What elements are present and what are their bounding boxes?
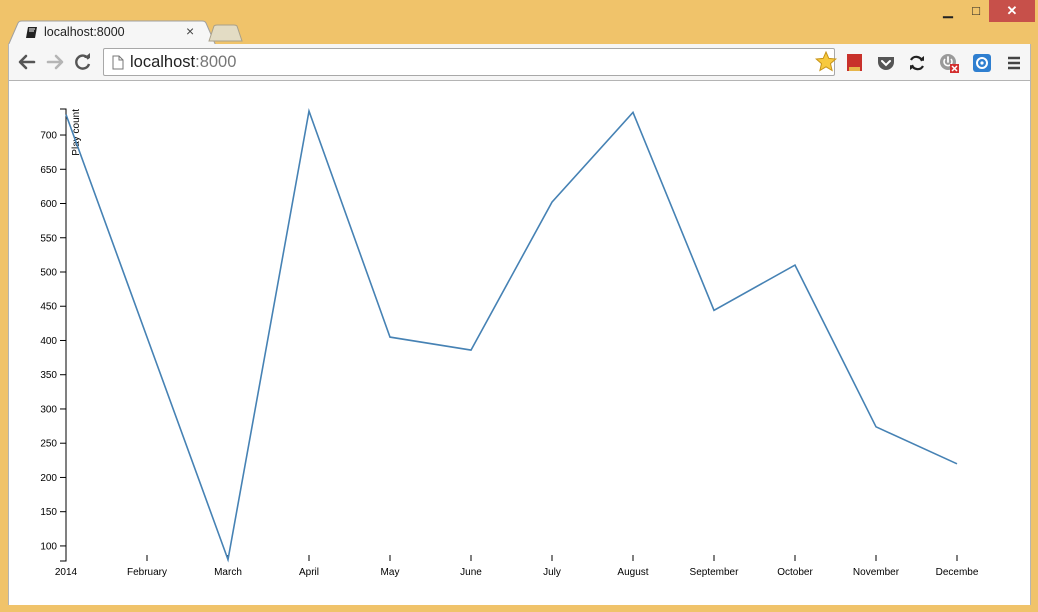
y-axis-line: [60, 108, 67, 562]
y-tick-label: 350: [40, 370, 57, 381]
close-window-button[interactable]: ✕: [989, 0, 1035, 22]
y-tick-label: 550: [40, 233, 57, 244]
x-tick-label: June: [460, 567, 482, 578]
x-tick-label: September: [690, 567, 740, 578]
extension-red-icon[interactable]: [845, 53, 865, 73]
y-tick-label: 650: [40, 165, 57, 176]
page-icon: [112, 55, 124, 70]
x-tick-label: February: [127, 567, 167, 578]
tab-title: localhost:8000: [44, 25, 125, 39]
y-tick-label: 700: [40, 131, 57, 142]
menu-icon[interactable]: [1004, 53, 1024, 73]
x-tick-label: April: [299, 567, 319, 578]
pocket-icon[interactable]: [876, 53, 896, 73]
x-tick-label: November: [853, 567, 900, 578]
y-tick-label: 300: [40, 404, 57, 415]
url-port: :8000: [195, 53, 237, 71]
x-tick-label: August: [617, 567, 648, 578]
new-tab-button[interactable]: [208, 24, 244, 42]
y-tick-label: 500: [40, 267, 57, 278]
x-tick-label: July: [543, 567, 561, 578]
minimize-button[interactable]: ▁: [934, 0, 962, 22]
y-tick-label: 150: [40, 507, 57, 518]
back-icon[interactable]: [17, 52, 37, 72]
x-tick-label: Decembe: [936, 567, 979, 578]
page-viewport: 100 150 200 250 300 350 400 450 500 550 600 650 700 …: [8, 81, 1031, 605]
x-tick-label: May: [381, 567, 400, 578]
tab-page-icon: [26, 27, 37, 38]
y-tick-label: 200: [40, 473, 57, 484]
x-tick-label: October: [777, 567, 813, 578]
forward-icon[interactable]: [45, 52, 65, 72]
reload-icon[interactable]: [73, 52, 93, 72]
x-axis: 2014 February March April May June July August S…: [55, 555, 979, 578]
bookmark-star-icon[interactable]: [815, 51, 837, 72]
tab-close-icon[interactable]: ×: [186, 24, 194, 38]
y-tick-label: 600: [40, 199, 57, 210]
url-host: localhost: [130, 53, 196, 71]
address-bar[interactable]: localhost:8000: [103, 48, 835, 76]
x-tick-label: 2014: [55, 567, 78, 578]
browser-toolbar: localhost:8000: [8, 44, 1031, 81]
blue-extension-icon[interactable]: [972, 53, 992, 73]
line-chart: 100150200250300350400450500550600650700 …: [40, 108, 979, 578]
url-text: localhost:8000: [130, 53, 236, 72]
y-tick-label: 450: [40, 302, 57, 313]
y-axis: 100 150 200 250 300 350 400 450 500 550 600 650 700: [40, 108, 67, 562]
title-bar: localhost:8000 × ▁ □ ✕: [0, 0, 1038, 46]
sync-icon[interactable]: [907, 53, 927, 73]
maximize-button[interactable]: □: [962, 0, 990, 22]
x-tick-label: March: [214, 567, 242, 578]
y-tick-label: 400: [40, 336, 57, 347]
power-extension-icon[interactable]: [939, 53, 959, 73]
y-tick-label: 250: [40, 439, 57, 450]
y-tick-label: 100: [40, 541, 57, 552]
series-line: [65, 108, 958, 563]
